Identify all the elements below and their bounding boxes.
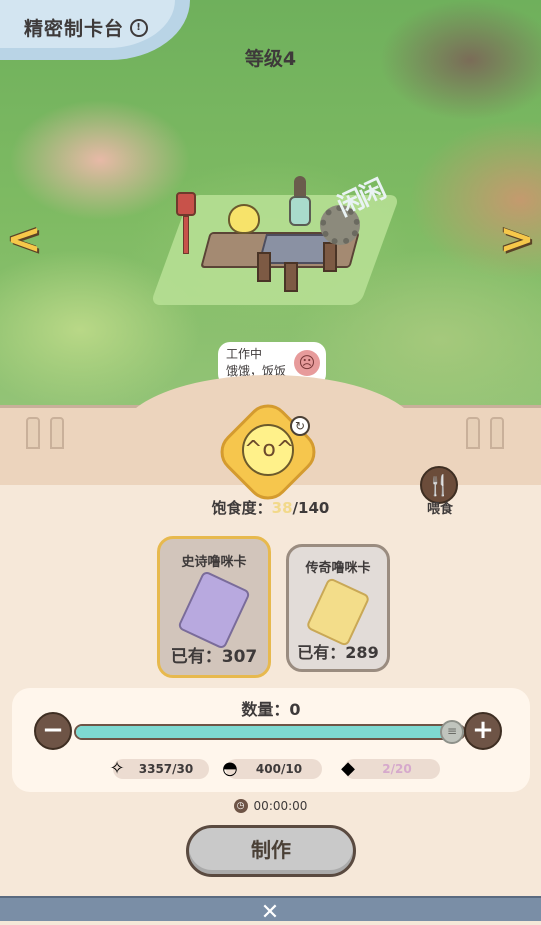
satiety-max: /140	[292, 499, 330, 517]
info-icon[interactable]: !	[130, 18, 149, 37]
workbench-leg	[257, 252, 271, 282]
lantern	[176, 192, 196, 254]
satiety-current: 38	[271, 499, 293, 517]
pet-chick-avatar[interactable]: ^o^	[242, 424, 294, 476]
legendary-card-icon	[305, 576, 371, 648]
swap-pet-icon[interactable]: ↻	[290, 416, 310, 436]
sad-face-icon: ☹	[294, 350, 320, 376]
satiety-label: 饱食度：	[211, 499, 272, 517]
workbench-leg	[284, 262, 298, 292]
card-option-epic[interactable]: 史诗噜咪卡 已有：307	[157, 536, 271, 678]
workbench-leg	[323, 242, 337, 272]
title-text: 精密制卡台	[24, 18, 125, 40]
fence-left	[26, 417, 64, 449]
card-owned-count: 已有：307	[170, 647, 258, 667]
quantity-box: 数量：0 − ≡ + ✧ 3357/30 ◓ 400/10 ◆ 2/20	[12, 688, 530, 792]
timer-text: 00:00:00	[253, 799, 308, 813]
crafting-tower	[289, 176, 311, 236]
quantity-label: 数量：0	[241, 700, 301, 719]
resource-green-cube: ◆ 2/20	[336, 758, 440, 780]
next-arrow-icon[interactable]: >	[499, 216, 535, 262]
slider-thumb[interactable]: ≡	[440, 720, 464, 744]
make-button[interactable]: 制作	[186, 825, 356, 877]
card-option-legendary[interactable]: 传奇噜咪卡 已有：289	[286, 544, 390, 672]
page-title: 精密制卡台 !	[24, 14, 149, 41]
level-label: 等级4	[244, 48, 297, 70]
clock-icon: ◷	[233, 799, 248, 813]
worker-chick[interactable]	[228, 204, 260, 234]
feed-button[interactable]: 🍴 喂食	[420, 466, 460, 517]
card-owned-count: 已有：289	[297, 643, 379, 662]
craft-timer: ◷ 00:00:00	[0, 799, 541, 813]
close-icon[interactable]: ✕	[254, 902, 286, 924]
green-cube-icon: ◆	[341, 758, 355, 779]
fence-right	[466, 417, 504, 449]
card-name: 传奇噜咪卡	[305, 561, 371, 576]
feed-label: 喂食	[426, 502, 453, 517]
epic-card-icon	[176, 570, 252, 650]
resource-purple-slime: ◓ 400/10	[218, 758, 322, 780]
resource-star-crystal: ✧ 3357/30	[105, 758, 209, 780]
increase-button[interactable]: +	[464, 712, 502, 750]
card-name: 史诗噜咪卡	[181, 555, 247, 570]
slider-fill	[76, 726, 464, 738]
decrease-button[interactable]: −	[34, 712, 72, 750]
purple-slime-icon: ◓	[222, 758, 238, 779]
quantity-slider[interactable]	[74, 724, 466, 740]
star-crystal-icon: ✧	[109, 758, 125, 779]
previous-arrow-icon[interactable]: <	[6, 216, 42, 262]
